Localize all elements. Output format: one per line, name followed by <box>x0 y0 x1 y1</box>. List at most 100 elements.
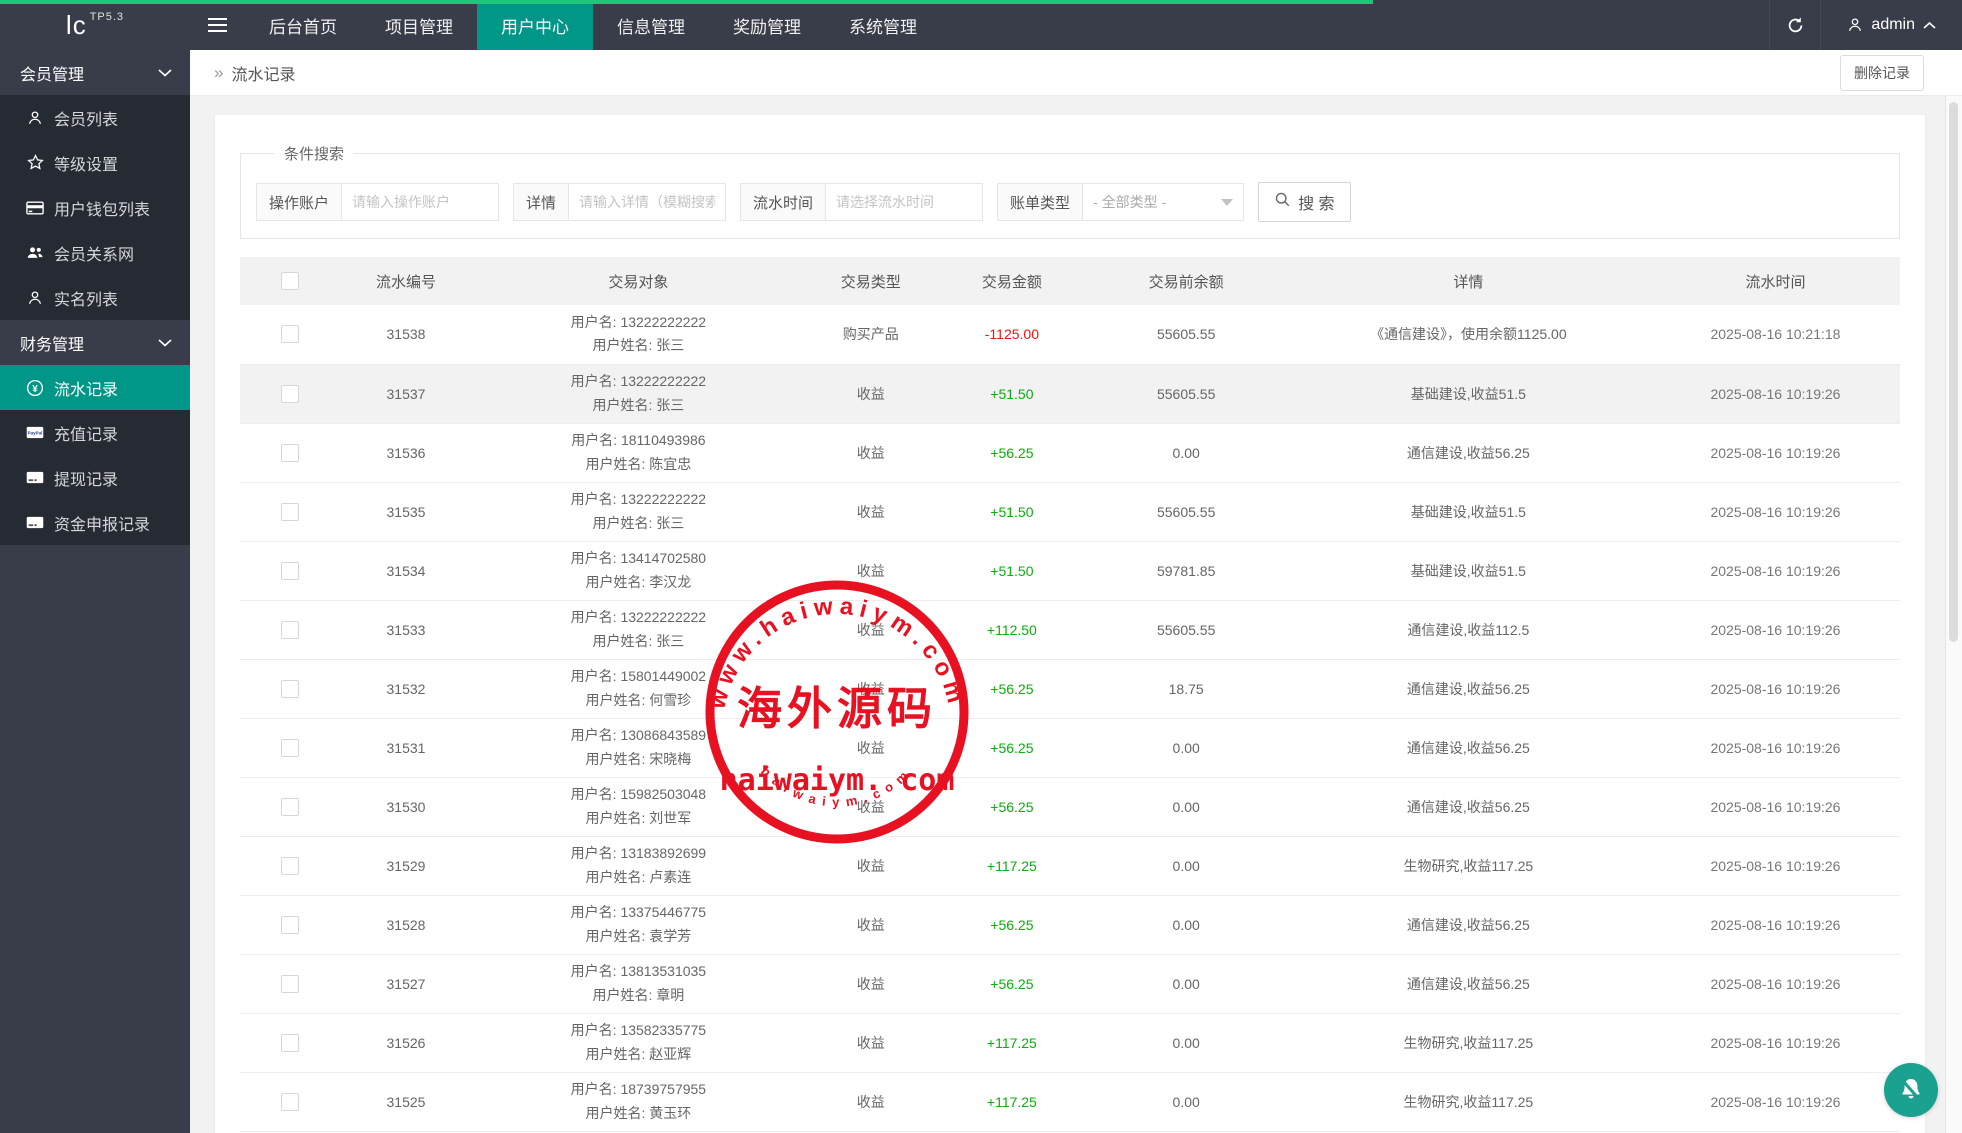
notification-mute-button[interactable] <box>1884 1063 1938 1117</box>
row-checkbox[interactable] <box>281 1093 299 1111</box>
cell-balance-before: 55605.55 <box>1087 305 1286 364</box>
sidebar-group-1[interactable]: 会员管理 <box>0 50 190 95</box>
row-checkbox[interactable] <box>281 562 299 580</box>
table-row: 31538用户名: 13222222222用户姓名: 张三购买产品-1125.0… <box>240 305 1900 364</box>
search-fieldset: 条件搜索 操作账户详情流水时间账单类型- 全部类型 -搜 索 <box>240 143 1900 239</box>
refresh-button[interactable] <box>1769 0 1821 50</box>
cell-trade-target: 用户名: 13222222222用户姓名: 张三 <box>472 305 804 364</box>
sidebar-item-label: 等级设置 <box>54 151 118 175</box>
content-card: 条件搜索 操作账户详情流水时间账单类型- 全部类型 -搜 索 流水编号交易对象交… <box>215 115 1925 1133</box>
sidebar-item-10[interactable]: 提现记录 <box>0 455 190 500</box>
cell-serial: 31528 <box>340 895 473 954</box>
cell-detail: 生物研究,收益117.25 <box>1286 1072 1651 1131</box>
row-checkbox[interactable] <box>281 857 299 875</box>
row-checkbox-cell <box>240 659 340 718</box>
cell-time: 2025-08-16 10:19:26 <box>1651 600 1900 659</box>
sidebar-item-8[interactable]: ¥流水记录 <box>0 365 190 410</box>
user-name: 用户姓名: 赵亚辉 <box>474 1043 802 1066</box>
search-legend: 条件搜索 <box>274 143 354 164</box>
cell-balance-before: 0.00 <box>1087 777 1286 836</box>
row-checkbox-cell <box>240 364 340 423</box>
cell-trade-type: 收益 <box>804 1072 937 1131</box>
cell-detail: 通信建设,收益56.25 <box>1286 895 1651 954</box>
sidebar-item-5[interactable]: 会员关系网 <box>0 230 190 275</box>
sidebar-item-label: 用户钱包列表 <box>54 196 150 220</box>
delete-records-button[interactable]: 删除记录 <box>1840 55 1924 91</box>
cell-serial: 31525 <box>340 1072 473 1131</box>
cell-amount: -1125.00 <box>937 305 1086 364</box>
top-nav-item-4[interactable]: 信息管理 <box>593 0 709 50</box>
time-field-group: 流水时间 <box>740 183 983 221</box>
sidebar-item-6[interactable]: 实名列表 <box>0 275 190 320</box>
row-checkbox[interactable] <box>281 975 299 993</box>
user-name: 用户姓名: 李汉龙 <box>474 571 802 594</box>
bill-type-select[interactable]: - 全部类型 - <box>1082 183 1244 221</box>
detail-field-label: 详情 <box>513 183 568 221</box>
column-header: 交易对象 <box>472 257 804 305</box>
top-nav-item-3[interactable]: 用户中心 <box>477 0 593 50</box>
search-button[interactable]: 搜 索 <box>1258 182 1350 222</box>
cell-trade-type: 收益 <box>804 718 937 777</box>
account-input[interactable] <box>341 183 499 221</box>
table-row: 31534用户名: 13414702580用户姓名: 李汉龙收益+51.5059… <box>240 541 1900 600</box>
time-field-label: 流水时间 <box>740 183 825 221</box>
row-checkbox[interactable] <box>281 444 299 462</box>
table-row: 31528用户名: 13375446775用户姓名: 袁学芳收益+56.250.… <box>240 895 1900 954</box>
sidebar-group-7[interactable]: 财务管理 <box>0 320 190 365</box>
row-checkbox[interactable] <box>281 1034 299 1052</box>
top-nav-item-1[interactable]: 后台首页 <box>245 0 361 50</box>
top-nav-item-6[interactable]: 系统管理 <box>825 0 941 50</box>
row-checkbox[interactable] <box>281 325 299 343</box>
top-nav-item-5[interactable]: 奖励管理 <box>709 0 825 50</box>
cell-amount: +117.25 <box>937 1072 1086 1131</box>
user-name: 用户姓名: 张三 <box>474 394 802 417</box>
sidebar-toggle-button[interactable] <box>190 0 245 50</box>
cell-trade-target: 用户名: 13582335775用户姓名: 赵亚辉 <box>472 1013 804 1072</box>
cell-time: 2025-08-16 10:19:26 <box>1651 836 1900 895</box>
row-checkbox[interactable] <box>281 739 299 757</box>
cell-balance-before: 55605.55 <box>1087 482 1286 541</box>
cell-trade-type: 购买产品 <box>804 305 937 364</box>
cell-serial: 31527 <box>340 954 473 1013</box>
row-checkbox[interactable] <box>281 503 299 521</box>
admin-menu[interactable]: admin <box>1821 0 1962 50</box>
cell-time: 2025-08-16 10:19:26 <box>1651 482 1900 541</box>
row-checkbox-cell <box>240 954 340 1013</box>
row-checkbox[interactable] <box>281 385 299 403</box>
cell-detail: 通信建设,收益56.25 <box>1286 718 1651 777</box>
table-row: 31530用户名: 15982503048用户姓名: 刘世军收益+56.250.… <box>240 777 1900 836</box>
cell-trade-target: 用户名: 13183892699用户姓名: 卢素连 <box>472 836 804 895</box>
sidebar-item-9[interactable]: PayPal充值记录 <box>0 410 190 455</box>
detail-input[interactable] <box>568 183 726 221</box>
row-checkbox[interactable] <box>281 621 299 639</box>
row-checkbox[interactable] <box>281 798 299 816</box>
column-header: 交易金额 <box>937 257 1086 305</box>
cell-balance-before: 0.00 <box>1087 1072 1286 1131</box>
search-icon <box>1274 191 1291 213</box>
caret-down-icon <box>1221 199 1233 206</box>
row-checkbox[interactable] <box>281 680 299 698</box>
cell-trade-type: 收益 <box>804 541 937 600</box>
row-checkbox-cell <box>240 1013 340 1072</box>
sidebar-item-4[interactable]: 用户钱包列表 <box>0 185 190 230</box>
top-nav-item-2[interactable]: 项目管理 <box>361 0 477 50</box>
user-name: 用户姓名: 宋晓梅 <box>474 748 802 771</box>
time-input[interactable] <box>825 183 983 221</box>
row-checkbox-cell <box>240 482 340 541</box>
cell-serial: 31529 <box>340 836 473 895</box>
cell-amount: +56.25 <box>937 423 1086 482</box>
cell-trade-target: 用户名: 18110493986用户姓名: 陈宜忠 <box>472 423 804 482</box>
scrollbar-thumb[interactable] <box>1949 102 1958 642</box>
page-scrollbar[interactable] <box>1945 96 1962 1133</box>
cell-serial: 31535 <box>340 482 473 541</box>
cell-time: 2025-08-16 10:19:26 <box>1651 659 1900 718</box>
sidebar-item-11[interactable]: 资金申报记录 <box>0 500 190 545</box>
cell-serial: 31537 <box>340 364 473 423</box>
select-all-checkbox[interactable] <box>281 272 299 290</box>
row-checkbox[interactable] <box>281 916 299 934</box>
cell-balance-before: 55605.55 <box>1087 364 1286 423</box>
sidebar-item-3[interactable]: 等级设置 <box>0 140 190 185</box>
sidebar-item-2[interactable]: 会员列表 <box>0 95 190 140</box>
sidebar-item-label: 资金申报记录 <box>54 511 150 535</box>
user-account: 用户名: 13222222222 <box>474 606 802 629</box>
